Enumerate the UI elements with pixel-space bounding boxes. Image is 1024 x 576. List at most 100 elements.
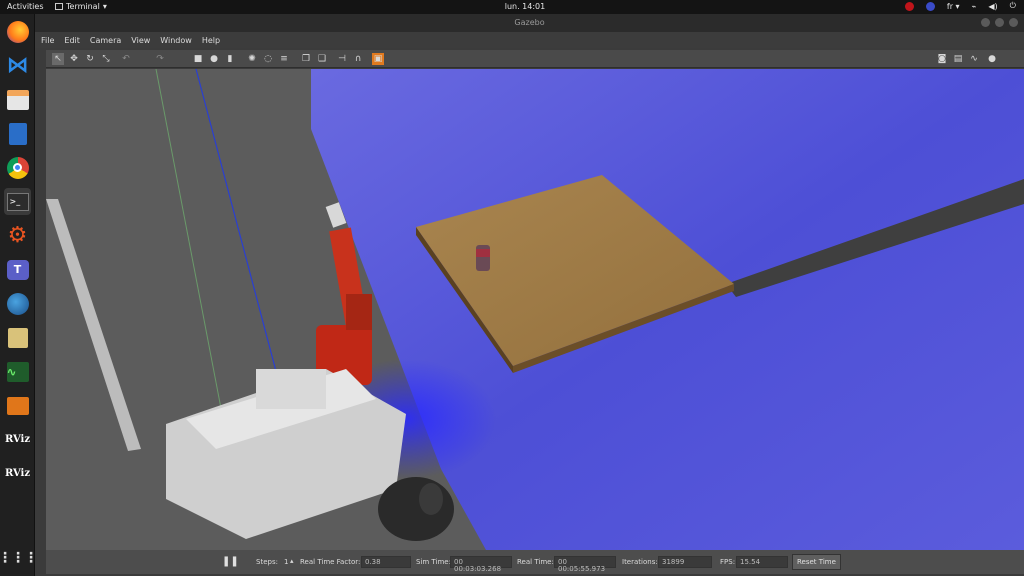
fps-value: 15.54 — [736, 556, 788, 568]
dock-teams[interactable]: T — [4, 256, 31, 283]
copy-icon[interactable]: ❐ — [300, 53, 312, 65]
rviz-icon: RViz — [4, 468, 30, 479]
steps-value[interactable]: 1 — [284, 558, 288, 566]
wheel-hub — [419, 483, 443, 515]
undo-icon[interactable]: ↶ — [120, 53, 132, 65]
record-video-icon[interactable]: ● — [986, 53, 998, 65]
menu-help[interactable]: Help — [202, 36, 220, 45]
dock-package[interactable] — [4, 392, 31, 419]
real-time-value: 00 00:05:55.973 — [554, 556, 616, 573]
document-icon — [8, 122, 27, 145]
app-indicator-icon[interactable] — [925, 1, 935, 11]
dock-system-monitor[interactable]: ∿ — [4, 358, 31, 385]
menu-bar: File Edit Camera View Window Help — [35, 32, 1024, 48]
menu-camera[interactable]: Camera — [90, 36, 121, 45]
window-controls — [981, 18, 1018, 27]
plot-icon[interactable]: ∿ — [968, 53, 980, 65]
dock-vscode[interactable]: ⋈ — [4, 52, 31, 79]
directional-light-icon[interactable]: ≡ — [278, 53, 290, 65]
dock-settings[interactable]: ⚙ — [4, 222, 31, 249]
chrome-icon — [6, 156, 29, 179]
terminal-icon — [55, 3, 63, 10]
can-object[interactable] — [476, 245, 490, 271]
sphere-shape-icon[interactable]: ● — [208, 53, 220, 65]
dock-chrome[interactable] — [4, 154, 31, 181]
chevron-down-icon: ▾ — [102, 2, 107, 11]
dock-firefox[interactable] — [4, 18, 31, 45]
image-viewer-icon — [7, 327, 28, 348]
rotate-mode-icon[interactable]: ↻ — [84, 53, 96, 65]
network-icon[interactable]: ⌁ — [972, 2, 977, 11]
system-tray: fr ▾ ⌁ ◀) ⏻ — [904, 1, 1016, 11]
reset-time-button[interactable]: Reset Time — [792, 554, 841, 570]
menu-window[interactable]: Window — [160, 36, 192, 45]
align-icon[interactable]: ⊣ — [336, 53, 348, 65]
dock-image-viewer[interactable] — [4, 324, 31, 351]
gazebo-window: Gazebo File Edit Camera View Window Help… — [35, 14, 1024, 576]
iterations-label: Iterations: — [622, 558, 658, 566]
menu-file[interactable]: File — [41, 36, 54, 45]
steps-label: Steps: — [256, 558, 278, 566]
package-icon — [6, 396, 29, 415]
fps-label: FPS: — [720, 558, 736, 566]
vscode-icon: ⋈ — [6, 52, 29, 78]
teams-icon: T — [6, 259, 29, 280]
wheel — [378, 477, 454, 541]
change-view-icon[interactable]: ▣ — [372, 53, 384, 65]
3d-viewport[interactable] — [46, 69, 1024, 550]
log-icon[interactable]: ▤ — [952, 53, 964, 65]
system-top-bar: Activities Terminal ▾ lun. 14:01 fr ▾ ⌁ … — [0, 0, 1024, 14]
app-menu[interactable]: Terminal ▾ — [55, 2, 107, 11]
rtf-value: 0.38 — [361, 556, 411, 568]
paste-icon[interactable]: ❑ — [316, 53, 328, 65]
cylinder-shape-icon[interactable]: ▮ — [224, 53, 236, 65]
real-time-label: Real Time: — [517, 558, 554, 566]
record-indicator-icon[interactable] — [904, 1, 914, 11]
dock-rviz-2[interactable]: RViz — [4, 460, 31, 487]
dock-apps-grid[interactable]: ⋮⋮⋮ — [0, 544, 38, 571]
dock: ⋈ >_ ⚙ T ∿ RViz RViz ⋮⋮⋮ — [0, 14, 38, 576]
point-light-icon[interactable]: ✺ — [246, 53, 258, 65]
app-menu-label: Terminal — [66, 2, 100, 11]
scale-mode-icon[interactable]: ⤡ — [100, 53, 112, 65]
window-title: Gazebo — [514, 18, 545, 27]
spot-light-icon[interactable]: ◌ — [262, 53, 274, 65]
dock-network[interactable] — [4, 290, 31, 317]
pause-button[interactable]: ❚❚ — [222, 556, 239, 567]
menu-view[interactable]: View — [131, 36, 150, 45]
power-icon[interactable]: ⏻ — [1010, 1, 1016, 11]
dock-document[interactable] — [4, 120, 31, 147]
steps-spin-icon[interactable]: ▴ — [290, 557, 294, 565]
minimize-button[interactable] — [981, 18, 990, 27]
close-button[interactable] — [1009, 18, 1018, 27]
clock[interactable]: lun. 14:01 — [495, 2, 555, 11]
scene-render[interactable] — [46, 69, 1024, 550]
rviz-icon: RViz — [4, 434, 30, 445]
simulation-status-bar: ❚❚ Steps: 1 ▴ Real Time Factor: 0.38 Sim… — [46, 550, 1024, 574]
keyboard-layout[interactable]: fr ▾ — [947, 2, 960, 11]
window-titlebar: Gazebo — [35, 14, 1024, 32]
translate-mode-icon[interactable]: ✥ — [68, 53, 80, 65]
toolbar: ↖ ✥ ↻ ⤡ ↶ ↷ ■ ● ▮ ✺ ◌ ≡ ❐ ❑ ⊣ ∩ ▣ ◙ ▤ ∿ … — [46, 50, 1024, 68]
sim-time-label: Sim Time: — [416, 558, 451, 566]
activities-button[interactable]: Activities — [7, 2, 44, 11]
terminal-app-icon: >_ — [6, 192, 29, 211]
apps-grid-icon: ⋮⋮⋮ — [0, 549, 38, 566]
volume-icon[interactable]: ◀) — [988, 2, 997, 11]
select-mode-icon[interactable]: ↖ — [52, 53, 64, 65]
globe-icon — [6, 292, 29, 315]
rtf-label: Real Time Factor: — [300, 558, 361, 566]
settings-icon: ⚙ — [7, 222, 28, 248]
dock-terminal[interactable]: >_ — [4, 188, 31, 215]
dock-rviz-1[interactable]: RViz — [4, 426, 31, 453]
iterations-value: 31899 — [658, 556, 712, 568]
firefox-icon — [6, 20, 29, 43]
dock-files[interactable] — [4, 86, 31, 113]
snap-icon[interactable]: ∩ — [352, 53, 364, 65]
redo-icon[interactable]: ↷ — [154, 53, 166, 65]
system-monitor-icon: ∿ — [6, 361, 29, 382]
screenshot-icon[interactable]: ◙ — [936, 53, 948, 65]
menu-edit[interactable]: Edit — [64, 36, 80, 45]
box-shape-icon[interactable]: ■ — [192, 53, 204, 65]
maximize-button[interactable] — [995, 18, 1004, 27]
